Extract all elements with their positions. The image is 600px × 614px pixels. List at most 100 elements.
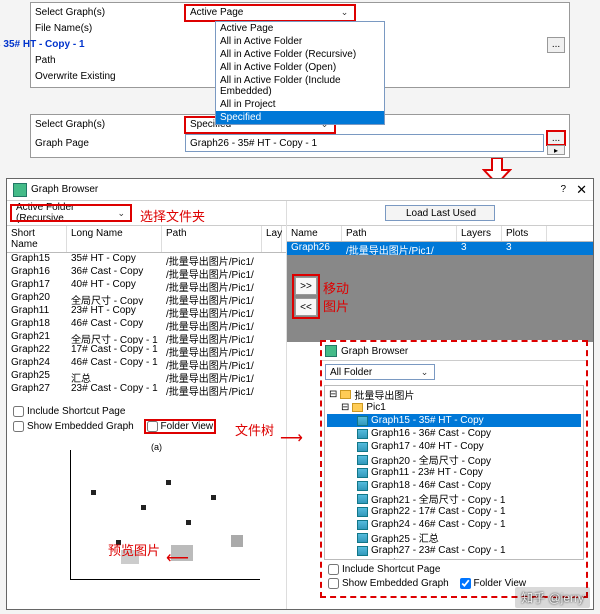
titlebar: Graph Browser ? ✕ (7, 179, 593, 201)
annotation-preview: 预览图片 (108, 540, 160, 559)
option-all-active-folder[interactable]: All in Active Folder (216, 35, 384, 48)
graph-icon (357, 416, 368, 426)
folder-scope-dropdown[interactable]: Active Folder (Recursive ⌄ (11, 205, 131, 221)
graph-preview: (a) (40, 440, 270, 590)
tree-title: Graph Browser (341, 346, 408, 357)
option-open[interactable]: All in Active Folder (Open) (216, 61, 384, 74)
table-row[interactable]: Graph2446# Cast - Copy - 1/批量导出图片/Pic1/ (7, 357, 286, 370)
folder-tree[interactable]: ⊟批量导出图片 ⊟Pic1 Graph15 - 35# HT - CopyGra… (324, 385, 584, 560)
option-recursive[interactable]: All in Active Folder (Recursive) (216, 48, 384, 61)
select-graphs-dropdown[interactable]: Active Page ⌄ (185, 5, 355, 21)
chevron-down-icon: ⌄ (337, 7, 352, 18)
table-row[interactable]: Graph20全局尺寸 - Copy/批量导出图片/Pic1/ (7, 292, 286, 305)
app-icon (13, 183, 27, 197)
graph-icon (357, 559, 368, 561)
folder-view-checkbox[interactable]: Folder View (145, 420, 216, 433)
show-embedded-checkbox[interactable]: Show Embedded Graph (13, 421, 134, 432)
tree-item[interactable]: Graph24 - 46# Cast - Copy - 1 (327, 518, 581, 531)
export-settings-panel: Select Graph(s) Active Page ⌄ File Name(… (30, 2, 570, 88)
minus-icon[interactable]: ⊟ (329, 389, 337, 400)
table-row[interactable]: Graph25汇总/批量导出图片/Pic1/ (7, 370, 286, 383)
graph-page-label: Graph Page (35, 138, 185, 149)
plot-label: (a) (151, 442, 162, 452)
file-names-label: File Name(s) (35, 23, 185, 34)
option-project[interactable]: All in Project (216, 98, 384, 111)
overwrite-label: Overwrite Existing (35, 71, 185, 82)
move-buttons-group: >> << (293, 275, 319, 318)
save-as-text: File will be saved as 35# HT - Copy - 1 (0, 39, 85, 50)
include-shortcut-checkbox[interactable]: Include Shortcut Page (13, 406, 125, 417)
browse-graph-button[interactable]: ... (547, 131, 565, 145)
tree-item[interactable]: Graph22 - 17# Cast - Copy - 1 (327, 505, 581, 518)
load-last-used-button[interactable]: Load Last Used (385, 205, 495, 221)
select-graphs-value: Active Page (190, 7, 243, 18)
col-path[interactable]: Path (162, 226, 262, 252)
tree-item[interactable]: Graph11 - 23# HT - Copy (327, 466, 581, 479)
tree-include-shortcut[interactable]: Include Shortcut Page (328, 564, 440, 575)
table-row[interactable]: Graph1846# Cast - Copy/批量导出图片/Pic1/ (7, 318, 286, 331)
window-title: Graph Browser (31, 184, 98, 195)
table-row[interactable]: Graph1535# HT - Copy/批量导出图片/Pic1/ (7, 253, 286, 266)
col-layers-r[interactable]: Layers (457, 226, 502, 241)
graph-icon (357, 520, 368, 530)
left-graph-table: Short Name Long Name Path Lay Graph1535#… (7, 225, 286, 403)
col-path-r[interactable]: Path (342, 226, 457, 241)
graph-icon (357, 429, 368, 439)
folder-icon (352, 403, 363, 412)
minus-icon[interactable]: ⊟ (341, 402, 349, 413)
graph-icon (357, 455, 368, 465)
graph-icon (357, 507, 368, 517)
tree-item[interactable]: Graph15 - 35# HT - Copy (327, 414, 581, 427)
table-row[interactable]: Graph1123# HT - Copy/批量导出图片/Pic1/ (7, 305, 286, 318)
table-row[interactable]: Graph2217# Cast - Copy - 1/批量导出图片/Pic1/ (7, 344, 286, 357)
chevron-down-icon: ⌄ (417, 367, 432, 378)
graph-icon (357, 468, 368, 478)
tree-panel-overlay: Graph Browser All Folder ⌄ ⊟批量导出图片 ⊟Pic1… (320, 340, 588, 598)
graph-icon (357, 533, 368, 543)
col-plots[interactable]: Plots (502, 226, 547, 241)
graph-icon (357, 546, 368, 556)
select-graphs-label: Select Graph(s) (35, 7, 185, 18)
watermark: 知乎 @jerry (515, 587, 590, 608)
graph-page-input[interactable]: Graph26 - 35# HT - Copy - 1 (185, 134, 544, 152)
graph-page-menu-button[interactable]: ▸ (547, 145, 565, 155)
table-row[interactable]: Graph1636# Cast - Copy/批量导出图片/Pic1/ (7, 266, 286, 279)
select-graphs-options[interactable]: Active Page All in Active Folder All in … (215, 21, 385, 125)
graph-icon (357, 481, 368, 491)
move-left-button[interactable]: << (295, 298, 317, 316)
select-graphs-label-2: Select Graph(s) (35, 119, 185, 130)
tree-item[interactable]: Graph16 - 36# Cast - Copy (327, 427, 581, 440)
option-active-page[interactable]: Active Page (216, 22, 384, 35)
tree-item[interactable]: Graph28 - 36# Cast - Copy - 1 (327, 557, 581, 560)
annotation-select-folder: 选择文件夹 (140, 206, 205, 225)
tree-item[interactable]: Graph27 - 23# Cast - Copy - 1 (327, 544, 581, 557)
col-name[interactable]: Name (287, 226, 342, 241)
table-row[interactable]: Graph2723# Cast - Copy - 1/批量导出图片/Pic1/ (7, 383, 286, 396)
table-row[interactable]: Graph21全局尺寸 - Copy - 1/批量导出图片/Pic1/ (7, 331, 286, 344)
tree-item[interactable]: Graph21 - 全局尺寸 - Copy - 1 (327, 492, 581, 505)
path-label: Path (35, 55, 185, 66)
col-long-name[interactable]: Long Name (67, 226, 162, 252)
move-right-button[interactable]: >> (295, 277, 317, 295)
arrow-icon: ⟶ (280, 428, 303, 448)
table-row[interactable]: Graph26 /批量导出图片/Pic1/ 3 3 (287, 242, 593, 255)
folder-icon (340, 390, 351, 399)
tree-item[interactable]: Graph25 - 汇总 (327, 531, 581, 544)
annotation-file-tree: 文件树 (235, 420, 274, 439)
annotation-move-2: 图片 (323, 296, 349, 315)
table-row[interactable]: Graph1740# HT - Copy/批量导出图片/Pic1/ (7, 279, 286, 292)
help-button[interactable]: ? (561, 184, 567, 195)
graph-icon (357, 442, 368, 452)
arrow-icon: ⟵ (166, 548, 189, 568)
option-specified[interactable]: Specified (216, 111, 384, 124)
tree-item[interactable]: Graph20 - 全局尺寸 - Copy (327, 453, 581, 466)
col-short-name[interactable]: Short Name (7, 226, 67, 252)
app-icon (325, 345, 337, 357)
option-embedded[interactable]: All in Active Folder (Include Embedded) (216, 74, 384, 98)
browse-filename-button[interactable]: ... (547, 37, 565, 53)
col-layers[interactable]: Lay (262, 226, 282, 252)
close-button[interactable]: ✕ (576, 182, 587, 198)
annotation-move-1: 移动 (323, 278, 349, 297)
tree-show-embedded[interactable]: Show Embedded Graph (328, 578, 449, 589)
tree-filter-dropdown[interactable]: All Folder ⌄ (325, 364, 435, 380)
